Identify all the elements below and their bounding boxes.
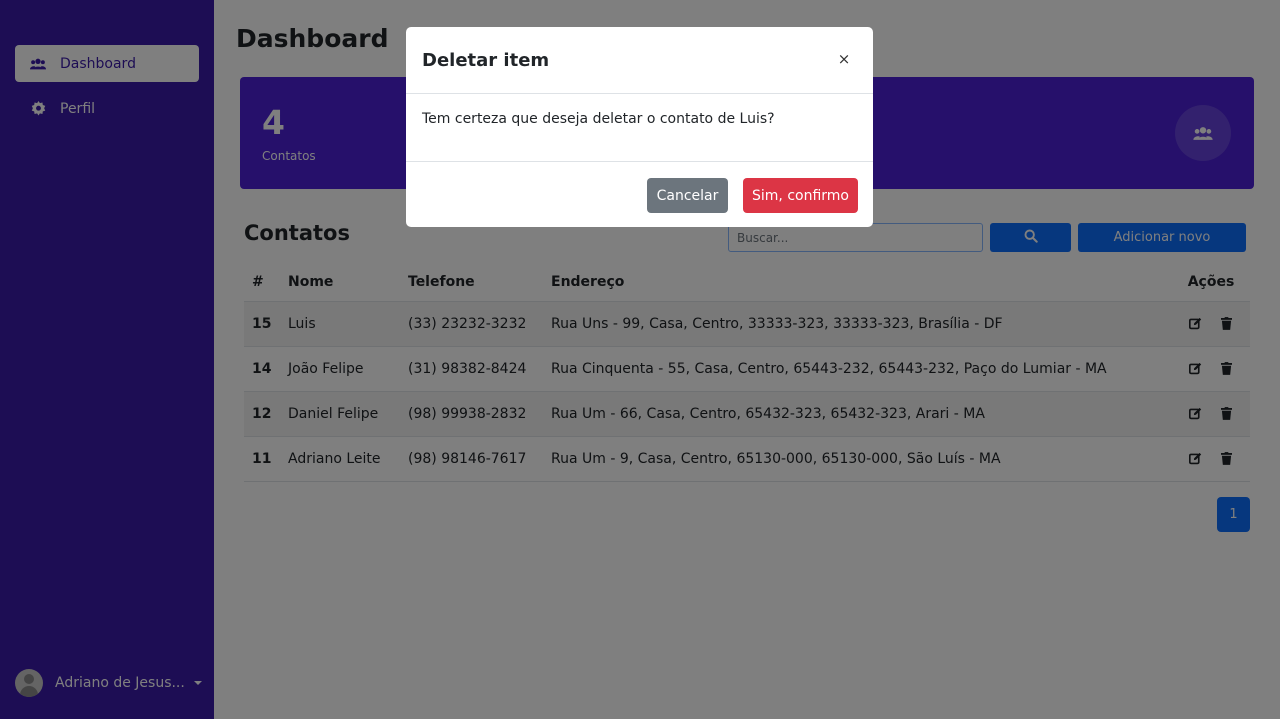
close-icon[interactable]: ×	[835, 50, 853, 68]
confirm-delete-button[interactable]: Sim, confirmo	[743, 178, 858, 213]
delete-modal: Deletar item × Tem certeza que deseja de…	[406, 27, 873, 227]
modal-header: Deletar item ×	[406, 27, 873, 94]
cancel-button[interactable]: Cancelar	[647, 178, 728, 213]
modal-footer: Cancelar Sim, confirmo	[406, 161, 873, 227]
modal-message: Tem certeza que deseja deletar o contato…	[422, 111, 775, 127]
modal-title: Deletar item	[422, 50, 550, 71]
